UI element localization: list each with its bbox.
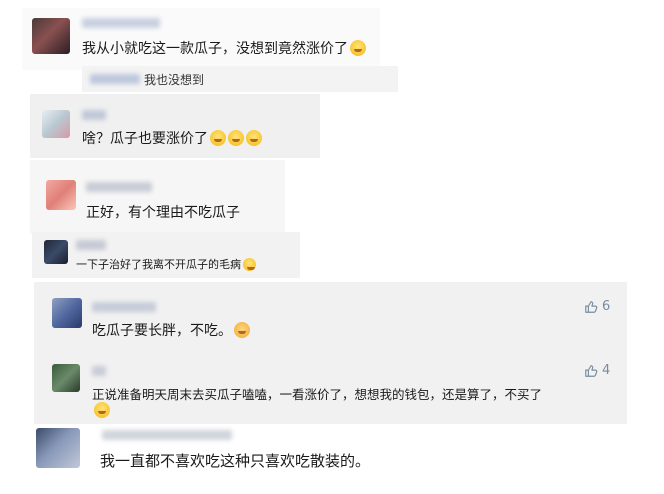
laugh-cry-emoji xyxy=(228,130,244,146)
comment-text: 正说准备明天周末去买瓜子嗑嗑，一看涨价了，想想我的钱包，还是算了，不买了 xyxy=(92,387,543,402)
like-button[interactable]: 4 xyxy=(584,363,610,378)
reply-text: 我也没想到 xyxy=(144,73,205,87)
comment-text: 一下子治好了我离不开瓜子的毛病 xyxy=(76,256,256,272)
comment-text: 啥？瓜子也要涨价了 xyxy=(82,128,262,148)
avatar[interactable] xyxy=(46,180,76,210)
smile-emoji xyxy=(243,258,256,271)
avatar[interactable] xyxy=(52,298,82,328)
like-count: 6 xyxy=(602,299,611,314)
comment-text: 我一直都不喜欢吃这种只喜欢吃散装的。 xyxy=(100,452,371,470)
laugh-cry-emoji xyxy=(210,130,226,146)
username xyxy=(102,430,232,440)
reply-username xyxy=(90,74,140,84)
laugh-cry-emoji xyxy=(94,402,110,418)
avatar[interactable] xyxy=(36,428,80,468)
avatar[interactable] xyxy=(52,364,80,392)
comment-text: 正好，有个理由不吃瓜子 xyxy=(86,205,240,221)
laugh-cry-emoji xyxy=(350,40,366,56)
username xyxy=(76,240,106,250)
like-count: 4 xyxy=(602,363,611,378)
avatar[interactable] xyxy=(42,110,70,138)
username xyxy=(82,18,160,28)
cat-emoji xyxy=(234,322,250,338)
comment-panel-2 xyxy=(30,94,320,158)
laugh-cry-emoji xyxy=(246,130,262,146)
avatar[interactable] xyxy=(32,18,70,54)
avatar[interactable] xyxy=(44,240,68,264)
username xyxy=(82,110,106,120)
thumbs-up-icon xyxy=(585,300,598,313)
comment-text: 我从小就吃这一款瓜子，没想到竟然涨价了 xyxy=(82,38,366,58)
like-button[interactable]: 6 xyxy=(584,299,610,314)
thumbs-up-icon xyxy=(585,364,598,377)
comment-text: 吃瓜子要长胖，不吃。 xyxy=(92,320,250,340)
username xyxy=(86,182,152,192)
username xyxy=(92,366,106,376)
username xyxy=(92,302,156,312)
